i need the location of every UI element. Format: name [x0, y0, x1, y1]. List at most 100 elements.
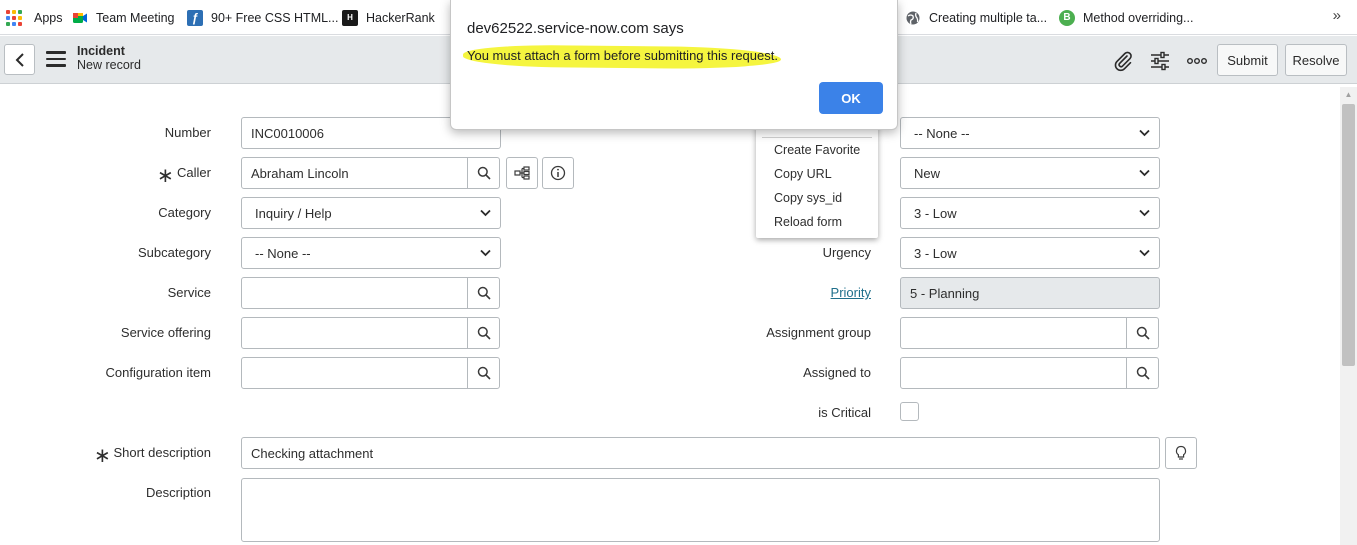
dialog-title: dev62522.service-now.com says — [467, 20, 684, 37]
apps-grid-icon — [6, 10, 22, 26]
assigned-to-lookup-button[interactable] — [1126, 357, 1159, 389]
chevron-down-icon — [1139, 209, 1150, 217]
chevron-down-icon — [480, 249, 491, 257]
service-offering-label: Service offering — [120, 325, 211, 340]
impact-value: 3 - Low — [914, 205, 957, 221]
caller-field[interactable]: Abraham Lincoln — [241, 157, 469, 189]
search-icon — [1136, 326, 1150, 340]
menu-item-copy-sys-id[interactable]: Copy sys_id — [774, 191, 842, 205]
personalize-form-icon[interactable] — [1147, 48, 1173, 74]
bookmark-hackerrank[interactable]: H HackerRank — [342, 9, 435, 27]
assigned-to-label: Assigned to — [803, 365, 871, 380]
bookmark-label: Creating multiple ta... — [929, 11, 1048, 25]
record-subtitle: New record — [77, 58, 141, 72]
info-icon — [550, 165, 566, 181]
subcategory-select[interactable]: -- None -- — [241, 237, 501, 269]
assignment-group-field[interactable] — [900, 317, 1128, 349]
menu-item-reload-form[interactable]: Reload form — [774, 215, 842, 229]
bookmark-label: HackerRank — [366, 11, 435, 25]
context-menu: Create Favorite Copy URL Copy sys_id Rel… — [756, 120, 878, 238]
menu-divider — [762, 137, 872, 138]
bookmark-free-css[interactable]: ƒ 90+ Free CSS HTML... — [187, 9, 338, 27]
urgency-select[interactable]: 3 - Low — [900, 237, 1160, 269]
scrollbar-thumb[interactable] — [1342, 104, 1355, 366]
chevron-down-icon — [480, 209, 491, 217]
bookmark-team-meeting[interactable]: Team Meeting — [72, 9, 175, 27]
bookmark-creating-multiple[interactable]: Creating multiple ta... — [905, 9, 1047, 27]
priority-link[interactable]: Priority — [831, 285, 871, 300]
subcategory-label: Subcategory — [138, 245, 211, 260]
menu-item-copy-url[interactable]: Copy URL — [774, 167, 832, 181]
caller-label: Caller — [177, 165, 211, 180]
bookmark-apps[interactable]: Apps — [6, 9, 63, 27]
short-description-label: Short description — [113, 445, 211, 460]
is-critical-checkbox[interactable] — [900, 402, 919, 421]
number-value: INC0010006 — [251, 125, 324, 141]
is-critical-label: is Critical — [818, 405, 871, 420]
attachment-icon[interactable] — [1110, 48, 1136, 74]
chevron-down-icon — [1139, 129, 1150, 137]
bookmark-label: 90+ Free CSS HTML... — [211, 11, 339, 25]
assigned-to-field[interactable] — [900, 357, 1128, 389]
chevron-down-icon — [1139, 249, 1150, 257]
scroll-up-arrow-icon[interactable]: ▲ — [1343, 90, 1354, 100]
number-label: Number — [164, 125, 211, 140]
service-field[interactable] — [241, 277, 469, 309]
submit-button[interactable]: Submit — [1217, 44, 1278, 76]
service-label: Service — [167, 285, 211, 300]
caller-tree-button[interactable] — [506, 157, 538, 189]
search-icon — [1136, 366, 1150, 380]
state-select[interactable]: New — [900, 157, 1160, 189]
service-offering-lookup-button[interactable] — [467, 317, 500, 349]
short-description-field[interactable]: Checking attachment — [241, 437, 1160, 469]
priority-value: 5 - Planning — [910, 285, 980, 301]
search-icon — [477, 286, 491, 300]
menu-item-create-favorite[interactable]: Create Favorite — [774, 143, 860, 157]
channel-select[interactable]: -- None -- — [900, 117, 1160, 149]
service-offering-field[interactable] — [241, 317, 469, 349]
back-button[interactable] — [4, 44, 35, 75]
ok-button[interactable]: OK — [819, 82, 883, 114]
caller-value: Abraham Lincoln — [251, 165, 349, 181]
resolve-button[interactable]: Resolve — [1285, 44, 1347, 76]
bookmark-label: Team Meeting — [96, 11, 175, 25]
channel-value: -- None -- — [914, 125, 970, 141]
assignment-group-label: Assignment group — [766, 325, 871, 340]
chevron-left-icon — [15, 52, 24, 67]
b-logo-icon: B — [1059, 10, 1075, 26]
search-icon — [477, 166, 491, 180]
description-label: Description — [145, 485, 211, 500]
bookmark-method-overriding[interactable]: B Method overriding... — [1059, 9, 1193, 27]
service-lookup-button[interactable] — [467, 277, 500, 309]
state-value: New — [914, 165, 941, 181]
configuration-item-field[interactable] — [241, 357, 469, 389]
hierarchy-icon — [514, 166, 530, 180]
configuration-item-lookup-button[interactable] — [467, 357, 500, 389]
lightbulb-icon — [1175, 445, 1187, 460]
bookmark-label: Method overriding... — [1083, 11, 1194, 25]
assignment-group-lookup-button[interactable] — [1126, 317, 1159, 349]
priority-label[interactable]: Priority — [831, 285, 871, 300]
bookmarks-overflow-icon[interactable]: » — [1333, 7, 1341, 24]
category-select[interactable]: Inquiry / Help — [241, 197, 501, 229]
more-options-icon[interactable] — [1184, 48, 1210, 74]
hamburger-menu-icon[interactable] — [46, 51, 66, 67]
search-icon — [477, 326, 491, 340]
search-icon — [477, 366, 491, 380]
dialog-message: You must attach a form before submitting… — [467, 48, 778, 63]
subcategory-value: -- None -- — [255, 245, 311, 261]
urgency-label: Urgency — [822, 245, 871, 260]
description-textarea[interactable] — [241, 478, 1160, 542]
suggestion-button[interactable] — [1165, 437, 1197, 469]
required-mark: ∗ — [94, 445, 111, 467]
required-mark: ∗ — [157, 165, 174, 187]
impact-select[interactable]: 3 - Low — [900, 197, 1160, 229]
caller-lookup-button[interactable] — [467, 157, 500, 189]
record-table-title: Incident — [77, 44, 125, 58]
caller-info-button[interactable] — [542, 157, 574, 189]
globe-icon — [906, 11, 920, 25]
alert-dialog: dev62522.service-now.com says You must a… — [450, 0, 898, 130]
configuration-item-label: Configuration item — [105, 365, 212, 380]
f-logo-icon: ƒ — [187, 10, 203, 26]
bookmark-label: Apps — [34, 11, 63, 25]
